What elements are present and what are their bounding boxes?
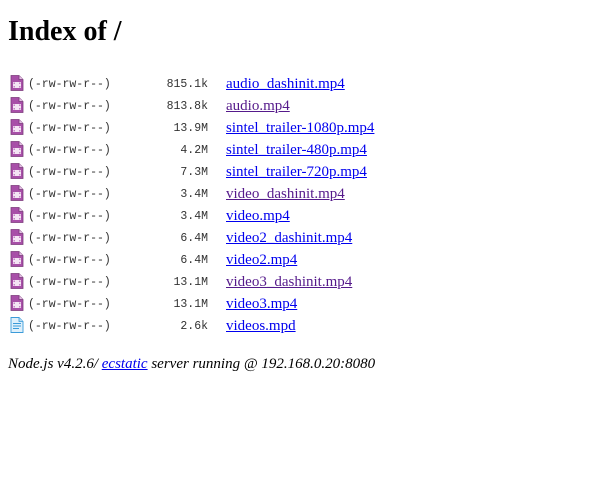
file-name-cell: video2.mp4 (216, 249, 374, 271)
file-permissions: (-rw-rw-r--) (28, 187, 111, 201)
file-size: 815.1k (166, 77, 208, 91)
file-permissions: (-rw-rw-r--) (28, 253, 111, 267)
file-icon-cell (10, 227, 28, 249)
file-size: 2.6k (180, 319, 208, 333)
file-row: (-rw-rw-r--) 13.1M video3.mp4 (10, 293, 374, 315)
video-file-icon (10, 229, 24, 246)
file-icon-cell (10, 139, 28, 161)
file-permissions: (-rw-rw-r--) (28, 231, 111, 245)
file-link[interactable]: video3_dashinit.mp4 (226, 274, 352, 290)
file-icon-cell (10, 117, 28, 139)
file-row: (-rw-rw-r--) 813.8k audio.mp4 (10, 95, 374, 117)
file-name-cell: videos.mpd (216, 315, 374, 337)
file-row: (-rw-rw-r--) 7.3M sintel_trailer-720p.mp4 (10, 161, 374, 183)
file-link[interactable]: video.mp4 (226, 208, 290, 224)
file-size: 13.1M (173, 297, 208, 311)
video-file-icon (10, 141, 24, 158)
video-file-icon (10, 273, 24, 290)
file-row: (-rw-rw-r--) 13.1M video3_dashinit.mp4 (10, 271, 374, 293)
file-icon-cell (10, 293, 28, 315)
file-size: 13.1M (173, 275, 208, 289)
file-size: 6.4M (180, 253, 208, 267)
file-permissions: (-rw-rw-r--) (28, 165, 111, 179)
file-row: (-rw-rw-r--) 3.4M video_dashinit.mp4 (10, 183, 374, 205)
file-name-cell: sintel_trailer-480p.mp4 (216, 139, 374, 161)
file-name-cell: video2_dashinit.mp4 (216, 227, 374, 249)
file-link[interactable]: audio.mp4 (226, 98, 290, 114)
file-size: 6.4M (180, 231, 208, 245)
file-link[interactable]: sintel_trailer-480p.mp4 (226, 142, 367, 158)
video-file-icon (10, 163, 24, 180)
video-file-icon (10, 185, 24, 202)
file-link[interactable]: sintel_trailer-720p.mp4 (226, 164, 367, 180)
file-name-cell: audio.mp4 (216, 95, 374, 117)
file-row: (-rw-rw-r--) 2.6k videos.mpd (10, 315, 374, 337)
file-link[interactable]: videos.mpd (226, 318, 296, 334)
file-permissions: (-rw-rw-r--) (28, 275, 111, 289)
file-size: 3.4M (180, 187, 208, 201)
file-permissions: (-rw-rw-r--) (28, 297, 111, 311)
ecstatic-link[interactable]: ecstatic (102, 356, 148, 372)
page-title: Index of / (8, 16, 122, 47)
file-name-cell: video_dashinit.mp4 (216, 183, 374, 205)
file-size: 4.2M (180, 143, 208, 157)
file-size: 3.4M (180, 209, 208, 223)
file-listing-body: (-rw-rw-r--) 815.1k audio_dashinit.mp4 (-rw… (10, 73, 374, 337)
footer-suffix: server running @ 192.168.0.20:8080 (147, 356, 376, 372)
file-permissions: (-rw-rw-r--) (28, 77, 111, 91)
server-footer: Node.js v4.2.6/ ecstatic server running … (8, 354, 375, 374)
file-size: 813.8k (166, 99, 208, 113)
file-row: (-rw-rw-r--) 13.9M sintel_trailer-1080p.mp… (10, 117, 374, 139)
file-name-cell: video3_dashinit.mp4 (216, 271, 374, 293)
file-name-cell: video.mp4 (216, 205, 374, 227)
video-file-icon (10, 295, 24, 312)
file-icon-cell (10, 249, 28, 271)
file-icon-cell (10, 205, 28, 227)
video-file-icon (10, 251, 24, 268)
file-icon-cell (10, 183, 28, 205)
file-icon-cell (10, 95, 28, 117)
file-permissions: (-rw-rw-r--) (28, 99, 111, 113)
file-icon-cell (10, 271, 28, 293)
file-name-cell: video3.mp4 (216, 293, 374, 315)
file-link[interactable]: video_dashinit.mp4 (226, 186, 345, 202)
file-permissions: (-rw-rw-r--) (28, 209, 111, 223)
file-size: 13.9M (173, 121, 208, 135)
footer-prefix: Node.js v4.2.6/ (8, 356, 102, 372)
video-file-icon (10, 75, 24, 92)
file-name-cell: sintel_trailer-1080p.mp4 (216, 117, 374, 139)
file-permissions: (-rw-rw-r--) (28, 319, 111, 333)
file-name-cell: audio_dashinit.mp4 (216, 73, 374, 95)
file-link[interactable]: video3.mp4 (226, 296, 297, 312)
file-listing: (-rw-rw-r--) 815.1k audio_dashinit.mp4 (-rw… (10, 73, 374, 337)
video-file-icon (10, 97, 24, 114)
file-permissions: (-rw-rw-r--) (28, 121, 111, 135)
file-icon-cell (10, 315, 28, 337)
file-row: (-rw-rw-r--) 3.4M video.mp4 (10, 205, 374, 227)
file-name-cell: sintel_trailer-720p.mp4 (216, 161, 374, 183)
file-row: (-rw-rw-r--) 815.1k audio_dashinit.mp4 (10, 73, 374, 95)
file-link[interactable]: sintel_trailer-1080p.mp4 (226, 120, 374, 136)
video-file-icon (10, 207, 24, 224)
file-icon-cell (10, 161, 28, 183)
file-row: (-rw-rw-r--) 4.2M sintel_trailer-480p.mp4 (10, 139, 374, 161)
file-icon-cell (10, 73, 28, 95)
file-link[interactable]: video2.mp4 (226, 252, 297, 268)
file-link[interactable]: video2_dashinit.mp4 (226, 230, 352, 246)
file-size: 7.3M (180, 165, 208, 179)
video-file-icon (10, 119, 24, 136)
document-file-icon (10, 317, 24, 334)
file-row: (-rw-rw-r--) 6.4M video2.mp4 (10, 249, 374, 271)
file-permissions: (-rw-rw-r--) (28, 143, 111, 157)
file-row: (-rw-rw-r--) 6.4M video2_dashinit.mp4 (10, 227, 374, 249)
file-link[interactable]: audio_dashinit.mp4 (226, 76, 345, 92)
